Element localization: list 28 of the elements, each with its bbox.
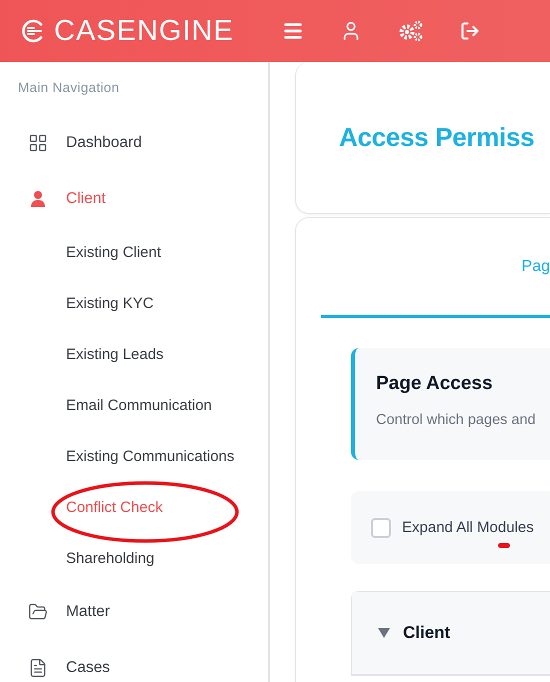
annotation-mark	[498, 543, 510, 548]
nav-subitem[interactable]: Existing Communications	[66, 448, 234, 465]
checkbox[interactable]	[371, 518, 391, 538]
section-description: Control which pages and	[376, 412, 537, 428]
nav-subitem[interactable]: Existing Leads	[66, 346, 164, 363]
logout-icon[interactable]	[460, 21, 480, 41]
menu-icon[interactable]	[282, 20, 304, 42]
nav-subitem[interactable]: Email Communication	[66, 397, 212, 414]
person-icon	[28, 189, 48, 209]
section-title: Page Access	[376, 373, 494, 395]
checkbox-label: Expand All Modules	[402, 519, 534, 536]
folder-icon	[28, 602, 48, 622]
settings-icon[interactable]	[398, 19, 424, 43]
nav-heading: Main Navigation	[18, 80, 120, 95]
nav-subitem[interactable]: Existing Client	[66, 244, 162, 261]
nav-item[interactable]: Dashboard	[66, 134, 142, 152]
module-header[interactable]: Client	[352, 592, 550, 675]
nav-item[interactable]: Client	[66, 190, 106, 208]
module-name: Client	[403, 623, 450, 643]
nav-item[interactable]: Matter	[66, 603, 110, 621]
brand-name: CASENGINE	[54, 14, 234, 48]
nav-subitem[interactable]: Conflict Check	[66, 499, 163, 516]
page-title: Access Permiss	[339, 122, 534, 153]
grid-icon	[28, 133, 48, 153]
nav-subitem[interactable]: Existing KYC	[66, 295, 154, 312]
document-icon	[28, 658, 48, 678]
nav-subitem[interactable]: Shareholding	[66, 550, 154, 567]
nav-item[interactable]: Cases	[66, 659, 110, 677]
